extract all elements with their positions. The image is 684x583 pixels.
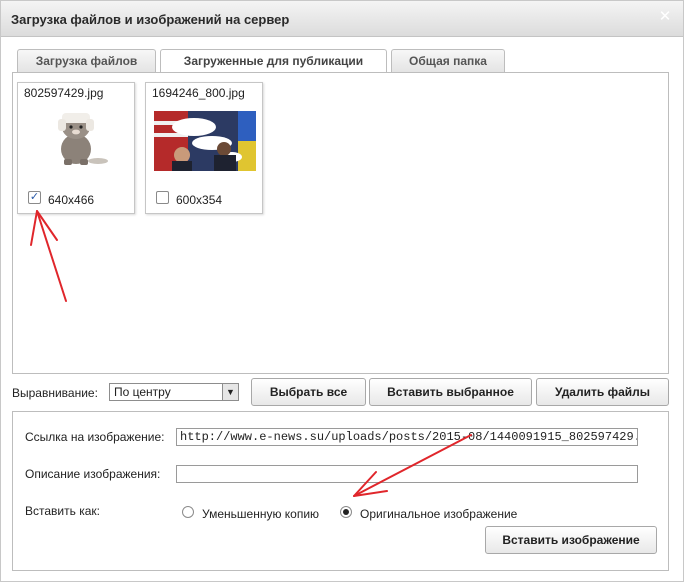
- image-select-checkbox[interactable]: [156, 191, 169, 204]
- insert-image-button[interactable]: Вставить изображение: [485, 526, 657, 554]
- insert-as-label: Вставить как:: [25, 504, 100, 518]
- image-description-label: Описание изображения:: [25, 467, 161, 481]
- close-icon[interactable]: ✕: [657, 9, 673, 25]
- tab-shared-folder[interactable]: Общая папка: [391, 49, 505, 73]
- chevron-down-icon[interactable]: ▼: [222, 384, 238, 400]
- image-link-input[interactable]: http://www.e-news.su/uploads/posts/2015-…: [176, 428, 638, 446]
- image-description-input[interactable]: [176, 465, 638, 483]
- alignment-label: Выравнивание:: [12, 386, 98, 400]
- image-select-checkbox[interactable]: ✓: [28, 191, 41, 204]
- image-dimensions: 600x354: [176, 193, 223, 207]
- dialog-titlebar: Загрузка файлов и изображений на сервер …: [1, 1, 683, 37]
- alignment-value: По центру: [114, 385, 171, 399]
- image-dimensions: 640x466: [48, 193, 95, 207]
- image-filename: 1694246_800.jpg: [152, 86, 245, 100]
- tab-upload-files[interactable]: Загрузка файлов: [17, 49, 156, 73]
- tab-uploaded-for-publication[interactable]: Загруженные для публикации: [160, 49, 387, 74]
- image-filename: 802597429.jpg: [24, 86, 104, 100]
- image-card[interactable]: 1694246_800.jpg 600x354: [145, 82, 263, 214]
- image-thumbnail[interactable]: [154, 111, 256, 171]
- select-all-button[interactable]: Выбрать все: [251, 378, 366, 406]
- image-link-label: Ссылка на изображение:: [25, 430, 165, 444]
- delete-files-button[interactable]: Удалить файлы: [536, 378, 669, 406]
- original-image-radio[interactable]: [340, 506, 352, 518]
- original-image-label[interactable]: Оригинальное изображение: [360, 507, 517, 521]
- thumbnail-copy-label[interactable]: Уменьшенную копию: [202, 507, 319, 521]
- image-thumbnail[interactable]: [26, 105, 128, 167]
- thumbnail-copy-radio[interactable]: [182, 506, 194, 518]
- insert-selected-button[interactable]: Вставить выбранное: [369, 378, 532, 406]
- upload-dialog: Загрузка файлов и изображений на сервер …: [0, 0, 684, 582]
- image-card[interactable]: 802597429.jpg ✓ 640x466: [17, 82, 135, 214]
- alignment-select[interactable]: По центру ▼: [109, 383, 239, 401]
- dialog-title: Загрузка файлов и изображений на сервер: [11, 12, 290, 27]
